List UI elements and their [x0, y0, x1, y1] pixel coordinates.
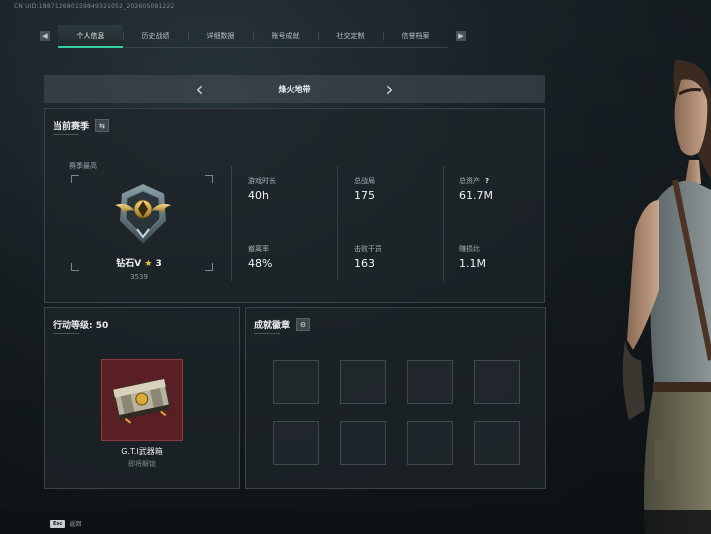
badge-slot[interactable] [407, 360, 453, 404]
badge-slot[interactable] [474, 421, 520, 465]
tab-next-button[interactable]: ▶ [456, 31, 466, 41]
tabs: 个人信息 历史战绩 详细数据 账号成就 社交定制 信誉档案 [58, 24, 448, 48]
stat-extraction-rate: 撤离率 48% [248, 244, 272, 270]
esc-key: Esc [50, 519, 66, 528]
rank-stars-count: 3 [155, 259, 162, 269]
tab-match-history[interactable]: 历史战绩 [123, 25, 188, 47]
reward-status: 即将解锁 [128, 460, 156, 468]
season-title: 烽火地带 [278, 84, 311, 94]
season-selector: ‹ 烽火地带 › [44, 75, 545, 103]
tab-bar: ◀ 个人信息 历史战绩 详细数据 账号成就 社交定制 信誉档案 ▶ [40, 24, 476, 48]
tab-personal-info[interactable]: 个人信息 [58, 24, 123, 48]
divider [443, 166, 444, 281]
divider [337, 166, 338, 281]
user-uid: CN UID:188712680159849321052_20260508122… [14, 3, 175, 10]
tab-prev-button[interactable]: ◀ [40, 31, 50, 41]
character-portrait [622, 60, 711, 534]
stat-profit-loss-ratio: 赚损比 1.1M [459, 244, 486, 270]
weapon-crate-icon [113, 378, 171, 424]
tab-detailed-data[interactable]: 详细数据 [188, 25, 253, 47]
stat-operators-defeated: 击败干员 163 [354, 244, 382, 270]
reward-name: G.T.I武器箱 [121, 447, 163, 456]
title-underline [53, 333, 79, 334]
stat-value: 163 [354, 257, 375, 270]
stat-label: 击败干员 [354, 245, 382, 253]
back-button[interactable]: Esc 返回 [50, 519, 81, 528]
stat-value: 175 [354, 189, 375, 202]
achievements-heading: 成就徽章 ⚙ [254, 318, 311, 331]
stat-label: 撤离率 [248, 245, 269, 253]
help-icon[interactable]: ? [485, 177, 489, 185]
badge-slot[interactable] [273, 360, 319, 404]
stat-label: 赚损比 [459, 245, 480, 253]
stat-total-matches: 总战局 175 [354, 176, 375, 202]
rank-score: 3539 [130, 273, 148, 281]
rank-title: 钻石V [116, 259, 142, 269]
badge-slot[interactable] [340, 421, 386, 465]
title-underline [254, 333, 280, 334]
stat-value: 61.7M [459, 189, 493, 202]
achievements-panel: 成就徽章 ⚙ [245, 307, 546, 489]
tab-credit-record[interactable]: 信誉档案 [383, 25, 448, 47]
tab-social-custom[interactable]: 社交定制 [318, 25, 383, 47]
tab-account-achievements[interactable]: 账号成就 [253, 25, 318, 47]
stat-label-row: 总资产 ? [459, 176, 493, 186]
rank-name: 钻石V ★ 3 [44, 256, 234, 269]
badge-slot[interactable] [407, 421, 453, 465]
action-level-title: 行动等级: 50 [53, 321, 109, 331]
gear-icon[interactable]: ⚙ [296, 318, 311, 331]
stat-label: 游戏时长 [248, 177, 276, 185]
action-level-panel: 行动等级: 50 G.T.I武器箱 即将解锁 [44, 307, 240, 489]
chevron-right-icon[interactable]: › [380, 79, 400, 99]
stat-play-time: 游戏时长 40h [248, 176, 276, 202]
back-label: 返回 [69, 521, 82, 528]
stat-label: 总战局 [354, 177, 375, 185]
badge-slot[interactable] [474, 360, 520, 404]
badge-slot[interactable] [340, 360, 386, 404]
stat-value: 40h [248, 189, 269, 202]
weapon-crate-reward[interactable] [101, 359, 183, 441]
stat-value: 1.1M [459, 257, 486, 270]
stat-total-assets: 总资产 ? 61.7M [459, 176, 493, 202]
rank-info: 钻石V ★ 3 3539 [44, 108, 234, 301]
chevron-left-icon[interactable]: ‹ [190, 79, 210, 99]
star-icon: ★ [144, 259, 153, 269]
stat-label: 总资产 [459, 177, 480, 185]
bottom-bar: Esc 返回 [0, 510, 711, 534]
badge-slot[interactable] [273, 421, 319, 465]
achievements-title: 成就徽章 [254, 321, 291, 331]
stat-value: 48% [248, 257, 273, 270]
